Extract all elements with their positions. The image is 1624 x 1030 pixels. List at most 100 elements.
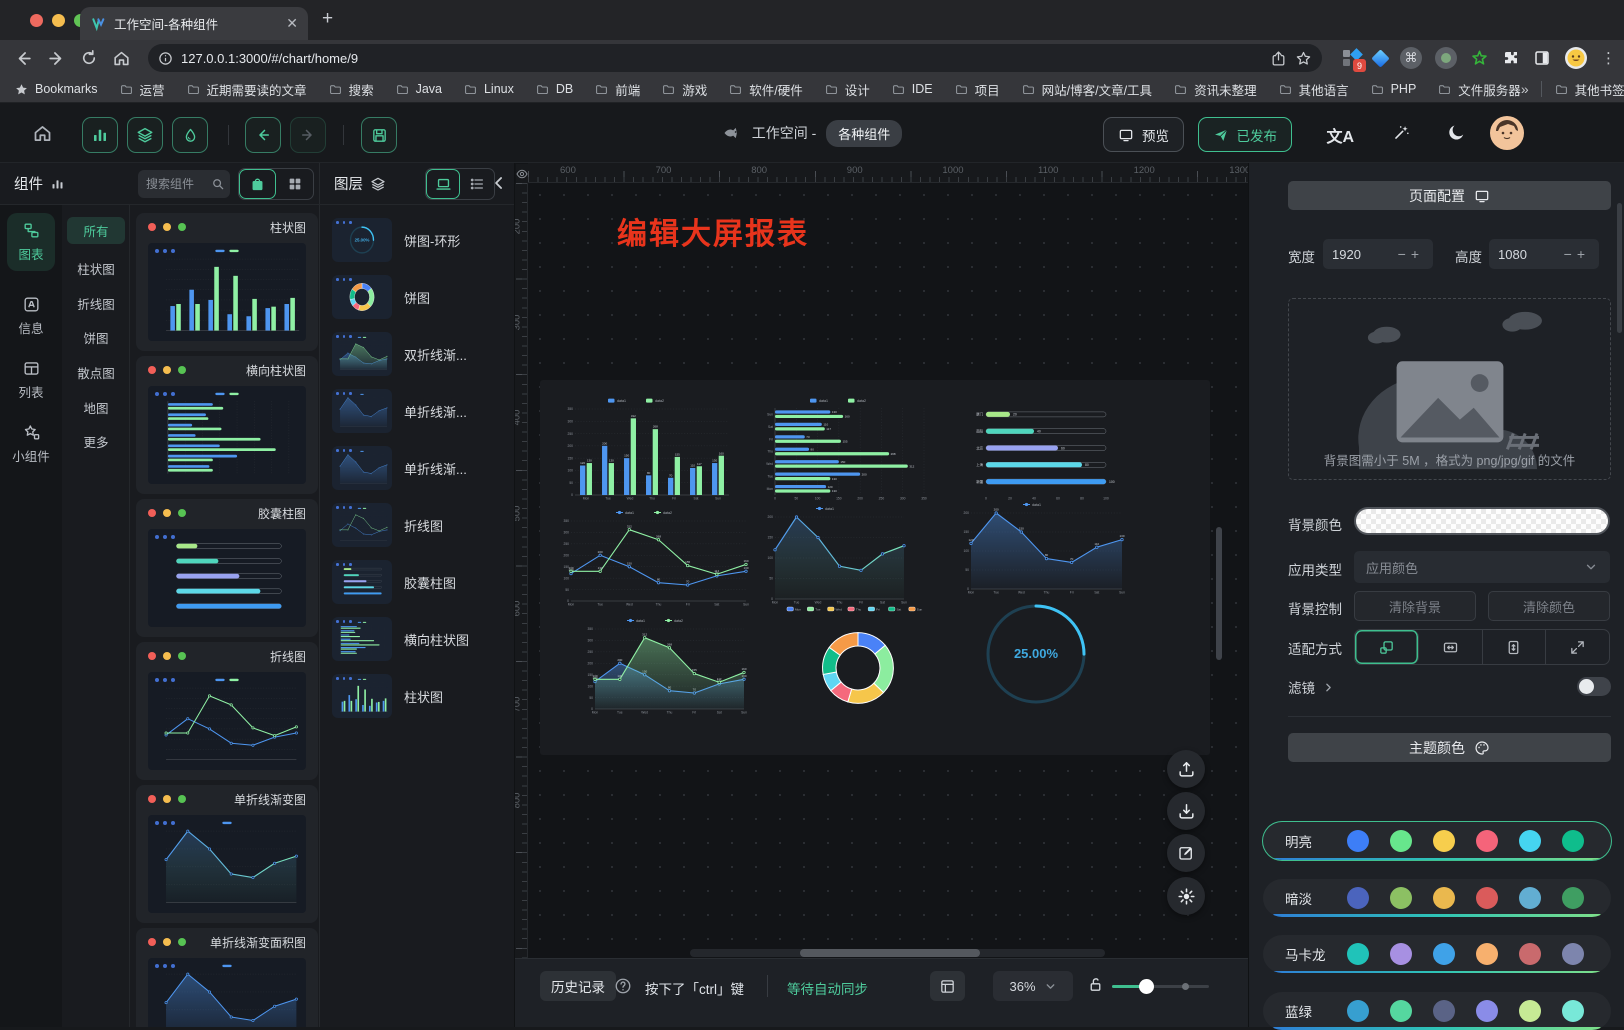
layer-item[interactable]: 横向柱状图 bbox=[332, 616, 508, 662]
tab-close-icon[interactable]: ✕ bbox=[286, 15, 298, 32]
layer-item[interactable]: 饼图 bbox=[332, 274, 508, 320]
view-toggle-box-icon[interactable] bbox=[239, 169, 276, 199]
layer-item[interactable]: 单折线渐... bbox=[332, 388, 508, 434]
other-bookmarks[interactable]: 其他书签 bbox=[1554, 80, 1624, 99]
bookmark-folder[interactable]: Java bbox=[395, 80, 442, 99]
bookmarks-overflow[interactable]: » bbox=[1521, 81, 1529, 97]
height-input[interactable]: 1080−+ bbox=[1489, 239, 1599, 269]
extension-star-icon[interactable] bbox=[1470, 49, 1489, 68]
theme-row-暗淡[interactable]: 暗淡 bbox=[1263, 879, 1611, 917]
view-toggle-grid-icon[interactable] bbox=[276, 169, 313, 199]
filter-toggle[interactable] bbox=[1577, 677, 1611, 696]
history-button[interactable]: 历史记录 bbox=[540, 971, 616, 1001]
canvas-chart-hbar[interactable]: 0501001502002503003501202001508070110130… bbox=[758, 394, 938, 504]
search-input[interactable] bbox=[146, 177, 206, 191]
component-card[interactable]: 胶囊柱图 bbox=[136, 499, 318, 637]
component-card[interactable]: 柱状图 bbox=[136, 213, 318, 351]
bookmark-folder[interactable]: 游戏 bbox=[661, 80, 707, 99]
stepper-buttons[interactable]: −+ bbox=[1398, 246, 1424, 262]
category-所有[interactable]: 所有 bbox=[67, 217, 125, 244]
chart-board[interactable]: 0501001502002503003501202001508070110130… bbox=[540, 380, 1210, 755]
sidebar-toggle-icon[interactable] bbox=[1533, 49, 1551, 67]
category-柱状图[interactable]: 柱状图 bbox=[67, 255, 125, 282]
clear-background-button[interactable]: 清除背景 bbox=[1354, 591, 1476, 621]
extension-dot-icon[interactable] bbox=[1435, 47, 1457, 69]
layer-item[interactable]: 双折线渐... bbox=[332, 331, 508, 377]
background-upload-dropzone[interactable]: 背景图需小于 5M ，格式为 png/jpg/gif 的文件 bbox=[1288, 298, 1611, 480]
canvas-text-title[interactable]: 编辑大屏报表 bbox=[617, 209, 809, 253]
bookmark-folder[interactable]: 搜索 bbox=[328, 80, 374, 99]
canvas-chart-progress[interactable]: 25.00% bbox=[978, 598, 1094, 710]
theme-color-button[interactable]: 主题颜色 bbox=[1288, 733, 1611, 762]
bookmark-folder[interactable]: 设计 bbox=[824, 80, 870, 99]
bookmark-folder[interactable]: 资讯未整理 bbox=[1173, 80, 1257, 99]
slider-thumb[interactable] bbox=[1139, 979, 1154, 994]
publish-button[interactable]: 已发布 bbox=[1198, 117, 1293, 152]
bookmark-folder[interactable]: IDE bbox=[891, 80, 933, 99]
extension-cmd-icon[interactable]: ⌘ bbox=[1400, 47, 1422, 69]
editor-canvas[interactable]: 6007008009001000110012001300 20030040050… bbox=[515, 163, 1248, 1027]
puzzle-icon[interactable] bbox=[1502, 49, 1520, 67]
traffic-light-minimize[interactable] bbox=[52, 14, 65, 27]
layer-item[interactable]: 胶囊柱图 bbox=[332, 559, 508, 605]
kebab-menu-icon[interactable]: ⋮ bbox=[1601, 49, 1616, 67]
bookmark-folder[interactable]: 项目 bbox=[954, 80, 1000, 99]
canvas-chart-area1[interactable]: 0501001502001202001508070110130MonTueWed… bbox=[956, 498, 1128, 598]
fit-width-icon[interactable] bbox=[1419, 630, 1483, 664]
layers-thumbnail-view-icon[interactable] bbox=[426, 169, 460, 199]
component-card[interactable]: 折线图 bbox=[136, 642, 318, 780]
settings-gear-icon[interactable] bbox=[1167, 877, 1205, 915]
translate-icon[interactable]: 文A bbox=[1326, 123, 1354, 147]
import-button[interactable] bbox=[1167, 792, 1205, 830]
sidebar-nav-列表[interactable]: 列表 bbox=[7, 351, 55, 409]
traffic-light-close[interactable] bbox=[30, 14, 43, 27]
sidebar-nav-小组件[interactable]: 小组件 bbox=[7, 415, 55, 473]
panel-toggle-button[interactable] bbox=[930, 971, 965, 1001]
category-饼图[interactable]: 饼图 bbox=[67, 324, 125, 351]
layer-item[interactable]: 折线图 bbox=[332, 502, 508, 548]
fit-full-icon[interactable] bbox=[1546, 630, 1609, 664]
canvas-chart-line2[interactable]: 0501001502002503003501202001508070110130… bbox=[556, 506, 752, 610]
canvas-chart-capsule[interactable]: 厦门20南阳40北京60上海80新疆100020406080100 bbox=[960, 398, 1128, 502]
browser-tab[interactable]: 工作空间-各种组件 ✕ bbox=[80, 7, 308, 40]
width-input[interactable]: 1920−+ bbox=[1323, 239, 1433, 269]
collapse-panel-icon[interactable] bbox=[489, 173, 509, 193]
edit-button[interactable] bbox=[1167, 834, 1205, 872]
bookmark-folder[interactable]: 前端 bbox=[594, 80, 640, 99]
forward-icon[interactable] bbox=[47, 49, 66, 68]
theme-row-马卡龙[interactable]: 马卡龙 bbox=[1263, 935, 1611, 973]
bookmark-folder[interactable]: PHP bbox=[1370, 80, 1417, 99]
bookmark-folder[interactable]: 文件服务器 bbox=[1437, 80, 1521, 99]
info-icon[interactable] bbox=[158, 51, 173, 66]
component-card[interactable]: 横向柱状图 bbox=[136, 356, 318, 494]
extension-icon[interactable]: 9 bbox=[1343, 49, 1361, 67]
sidebar-nav-图表[interactable]: 图表 bbox=[7, 213, 55, 271]
component-search[interactable] bbox=[138, 170, 230, 198]
component-card[interactable]: 单折线渐变面积图 bbox=[136, 928, 318, 1027]
eye-icon[interactable] bbox=[516, 164, 528, 183]
bookmark-folder[interactable]: DB bbox=[535, 80, 573, 99]
profile-avatar[interactable] bbox=[1564, 46, 1588, 70]
back-icon[interactable] bbox=[14, 49, 33, 68]
magic-wand-icon[interactable] bbox=[1392, 123, 1411, 142]
fit-height-icon[interactable] bbox=[1483, 630, 1547, 664]
theme-row-蓝绿[interactable]: 蓝绿 bbox=[1263, 992, 1611, 1030]
project-badge[interactable]: 各种组件 bbox=[826, 120, 902, 147]
extension-diamond-icon[interactable] bbox=[1371, 49, 1389, 67]
bookmark-folder[interactable]: 其他语言 bbox=[1278, 80, 1349, 99]
bookmark-folder[interactable]: 运营 bbox=[119, 80, 165, 99]
config-scrollbar[interactable] bbox=[1617, 203, 1622, 333]
category-折线图[interactable]: 折线图 bbox=[67, 290, 125, 317]
app-type-select[interactable]: 应用颜色 bbox=[1354, 551, 1610, 583]
canvas-chart-donut[interactable]: MonTueWedThuFriSatSun bbox=[766, 602, 950, 720]
fit-scale-icon[interactable] bbox=[1355, 630, 1419, 664]
home-icon[interactable] bbox=[112, 49, 131, 68]
bookmarks-root[interactable]: Bookmarks bbox=[14, 82, 98, 97]
bookmark-folder[interactable]: Linux bbox=[463, 80, 514, 99]
address-bar[interactable]: 127.0.0.1:3000/#/chart/home/9 bbox=[148, 44, 1322, 72]
component-card[interactable]: 单折线渐变图 bbox=[136, 785, 318, 923]
bookmark-folder[interactable]: 近期需要读的文章 bbox=[186, 80, 307, 99]
bookmark-folder[interactable]: 软件/硬件 bbox=[728, 80, 802, 99]
export-button[interactable] bbox=[1167, 750, 1205, 788]
bookmark-star-icon[interactable] bbox=[1295, 50, 1312, 67]
